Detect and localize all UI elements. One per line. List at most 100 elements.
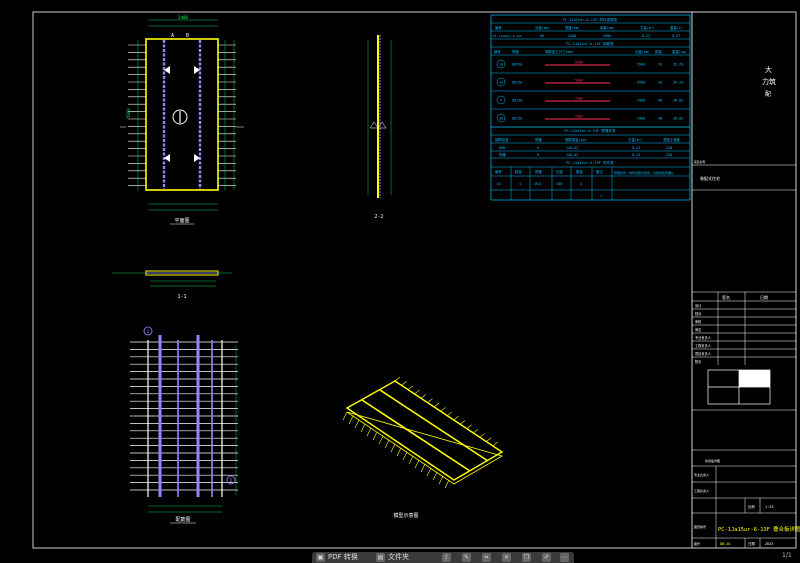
toolbar-item-1[interactable]: PDF 转换 xyxy=(328,553,358,562)
scale-value: 1:25 xyxy=(765,505,774,509)
date-value: 2023 xyxy=(765,542,773,546)
t2-spec: 8@150 xyxy=(512,117,522,121)
t2-wt: 38.02 xyxy=(673,99,683,103)
t3-r0c4: C30 xyxy=(666,146,672,150)
t3-h4: 混凝土强度 xyxy=(663,137,681,142)
t1-c5: 0.57 xyxy=(672,34,680,38)
section-2-2: 2-2 xyxy=(367,35,392,220)
tb-label-a: 专业负责人 xyxy=(694,472,709,477)
t4-c3: 300 xyxy=(556,182,562,186)
t2-len: 5900 xyxy=(637,81,645,85)
t2-h4: 数量 xyxy=(655,49,662,54)
pen-icon[interactable]: ✐ xyxy=(542,553,551,562)
t2-num: 16 xyxy=(658,81,662,85)
t1-title: PC-1Ja15ur-6-13F 构件参数表 xyxy=(563,17,618,22)
t4-c6: 1 xyxy=(600,194,602,198)
share-icon[interactable]: ⇪ xyxy=(442,553,451,562)
t4-h3: 长度 xyxy=(556,169,563,174)
rebar-view: 1 2 配筋图 xyxy=(130,326,238,524)
t3-r0c1: 8 xyxy=(537,146,539,150)
tb-row-label: 专业负责人 xyxy=(695,335,712,340)
t3-r1c4: C30 xyxy=(666,153,672,157)
t2-h3: 长度(mm) xyxy=(635,49,650,54)
title-block: 大 力筑 配 项目名称 装配式住宅 签名 日期 设计校对审核审定专业负责人工程负… xyxy=(691,12,800,548)
t2-num: 40 xyxy=(658,117,662,121)
t2-shape-len: 2400 xyxy=(575,97,583,101)
t2-len: 2400 xyxy=(637,117,645,121)
t2-h2: 钢筋加工尺寸(mm) xyxy=(545,49,574,54)
tb-label-b: 工程负责人 xyxy=(694,488,709,493)
t3-r0c2: 146.62 xyxy=(566,146,578,150)
drawing-no-label: 图纸编号 xyxy=(694,524,706,529)
mark-b: B xyxy=(186,33,189,39)
t3-h1: 规格 xyxy=(535,137,542,142)
date-label: 日期 xyxy=(748,541,755,546)
tb-row-label: 项目负责人 xyxy=(695,351,712,356)
rebar-mark-2: 2 xyxy=(230,478,233,484)
t2-len: 5900 xyxy=(637,63,645,67)
tb-head-right: 日期 xyxy=(760,294,768,300)
company-line1: 大 xyxy=(765,65,772,74)
toolbar-item-2[interactable]: 文件夹 xyxy=(388,553,409,562)
t2-wt: 35.29 xyxy=(673,81,683,85)
t4-c0: DJ xyxy=(497,182,501,186)
t4-h4: 数量 xyxy=(576,169,583,174)
t3-r1c3: 0.23 xyxy=(632,153,640,157)
tb-row-label: 校对 xyxy=(695,311,702,316)
plan-view: 2400 A B 5900 平面图 xyxy=(120,15,244,225)
t2-spec: 8@150 xyxy=(512,81,522,85)
crop-icon[interactable]: ⌗ xyxy=(482,553,491,562)
t2-id: 1a xyxy=(499,63,503,67)
t1-h0: 编号 xyxy=(495,25,502,30)
t3-title: PC-1Ja15ur-6-13F 预埋件表 xyxy=(564,128,616,133)
t1-c2: 2400 xyxy=(568,34,576,38)
isometric-view: 模型示意图 xyxy=(342,376,504,519)
t2-h5: 重量(kg) xyxy=(672,49,687,54)
t1-c0: PC-1Ja15ur-6-13F xyxy=(493,34,522,38)
t4-title: PC-1Ja15ur-6-13F 吊件表 xyxy=(566,160,614,165)
more-icon[interactable]: ⋯ xyxy=(560,553,569,562)
scale-label: 比例 xyxy=(748,504,755,509)
tb-row-label: 院长 xyxy=(695,359,702,364)
t3-r0c0: HRB xyxy=(499,146,505,150)
t4-h5: 备注 xyxy=(596,169,603,174)
plan-slab-outline xyxy=(145,38,219,191)
t3-r1c0: 规格 xyxy=(499,152,506,157)
viewer-icon[interactable]: ▣ xyxy=(316,553,325,562)
t4-c2: Φ14 xyxy=(535,182,541,186)
sheet-name: 叠合板详图 xyxy=(705,458,720,463)
t2-wt: 38.02 xyxy=(673,117,683,121)
t2-shape-len: 2400 xyxy=(575,115,583,119)
t2-h1: 规格 xyxy=(512,49,519,54)
delete-icon[interactable]: ✕ xyxy=(502,553,511,562)
tb-row-label: 工程负责人 xyxy=(695,343,712,348)
page-number: 1/1 xyxy=(782,552,792,559)
iso-title: 模型示意图 xyxy=(393,512,418,519)
t1-c3: 5900 xyxy=(603,34,611,38)
plan-title: 平面图 xyxy=(174,218,189,224)
t1-h4: 方量(m³) xyxy=(640,25,655,30)
t4-h0: 编号 xyxy=(495,169,502,174)
t3-h3: 方量(m³) xyxy=(628,137,643,142)
t2-num: 16 xyxy=(658,63,662,67)
t3-h0: 钢筋总重 xyxy=(495,137,509,142)
t2-id: 2a xyxy=(499,81,503,85)
cad-drawing: 2400 A B 5900 平面图 2-2 1-1 1 2 配筋图 模型示意图 … xyxy=(32,11,800,549)
t1-h3: 厚度(mm) xyxy=(600,25,615,30)
tb-row-label: 审定 xyxy=(695,327,702,332)
viewer-toolbar: ▣ PDF 转换 ▤ 文件夹 ⇪ ✎ ⌗ ✕ ❐ ✐ ⋯ xyxy=(312,552,574,563)
edit-icon[interactable]: ✎ xyxy=(462,553,471,562)
copy-icon[interactable]: ❐ xyxy=(522,553,531,562)
t2-shape-len: 5900 xyxy=(575,79,583,83)
drawing-no: PC-1Ja15ur-6-13F 叠合板详图 xyxy=(718,525,800,533)
folder-icon[interactable]: ▤ xyxy=(376,553,385,562)
section-1-1-title: 1-1 xyxy=(177,294,186,300)
plan-dim-width: 2400 xyxy=(178,15,188,20)
t4-c1: 4 xyxy=(519,182,521,186)
t2-id: 3b xyxy=(499,117,503,121)
section-2-2-title: 2-2 xyxy=(374,214,383,220)
t4-h1: 数量 xyxy=(515,169,522,174)
rebar-title: 配筋图 xyxy=(175,516,190,523)
tb-row-label: 审核 xyxy=(695,319,702,324)
t4-c4: 4 xyxy=(580,182,582,186)
